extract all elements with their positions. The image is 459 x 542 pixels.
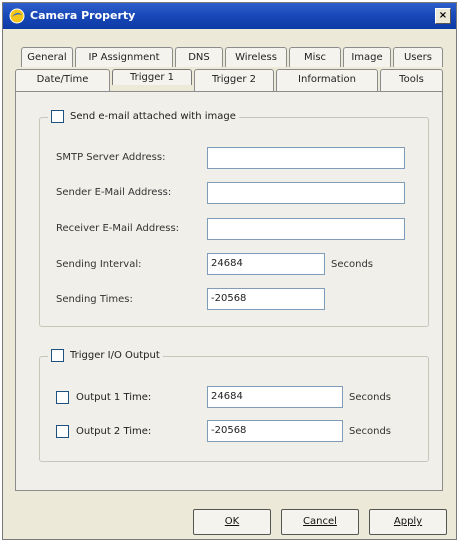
trigger-io-label: Trigger I/O Output (70, 350, 160, 361)
sender-email-input[interactable] (207, 182, 405, 204)
io-output-legend: Trigger I/O Output (48, 349, 163, 362)
tab-misc[interactable]: Misc (289, 47, 341, 67)
close-button[interactable]: × (435, 8, 451, 24)
sending-times-label: Sending Times: (56, 294, 133, 305)
output-1-row: Output 1 Time: (56, 391, 151, 404)
receiver-email-input[interactable] (207, 218, 405, 240)
trigger-1-panel: Send e-mail attached with image SMTP Ser… (15, 91, 443, 491)
output-2-label: Output 2 Time: (76, 426, 152, 437)
tab-information[interactable]: Information (276, 69, 378, 92)
output-1-label: Output 1 Time: (76, 392, 152, 403)
apply-button[interactable]: Apply (369, 509, 447, 535)
receiver-email-label: Receiver E-Mail Address: (56, 223, 180, 234)
cancel-button[interactable]: Cancel (281, 509, 359, 535)
tab-users[interactable]: Users (393, 47, 443, 67)
window-title: Camera Property (30, 9, 136, 22)
tab-date-time[interactable]: Date/Time (15, 69, 110, 92)
tab-tools[interactable]: Tools (380, 69, 443, 92)
sending-interval-label: Sending Interval: (56, 259, 142, 270)
output-1-checkbox[interactable] (56, 391, 69, 404)
camera-app-icon (9, 8, 25, 24)
output-2-unit: Seconds (349, 426, 392, 437)
output-1-time-input[interactable]: 24684 (207, 386, 343, 408)
output-2-time-input[interactable]: -20568 (207, 420, 343, 442)
tab-general[interactable]: General (21, 47, 73, 67)
title-bar[interactable]: Camera Property × (3, 3, 456, 29)
smtp-server-input[interactable] (207, 147, 405, 169)
camera-property-dialog: Camera Property × General IP Assignment … (2, 2, 457, 540)
sending-times-input[interactable]: -20568 (207, 288, 325, 310)
sending-interval-unit: Seconds (331, 259, 374, 270)
output-2-checkbox[interactable] (56, 425, 69, 438)
tab-trigger-2[interactable]: Trigger 2 (194, 69, 274, 92)
send-email-checkbox[interactable] (51, 110, 64, 123)
email-legend: Send e-mail attached with image (48, 110, 239, 123)
io-output-groupbox: Trigger I/O Output (39, 349, 429, 462)
send-email-label: Send e-mail attached with image (70, 111, 236, 122)
tab-dns[interactable]: DNS (175, 47, 223, 67)
tab-trigger-1[interactable]: Trigger 1 (112, 69, 192, 85)
tab-image[interactable]: Image (343, 47, 391, 67)
sender-email-label: Sender E-Mail Address: (56, 187, 172, 198)
smtp-server-label: SMTP Server Address: (56, 152, 166, 163)
tab-wireless[interactable]: Wireless (225, 47, 287, 67)
tab-ip-assignment[interactable]: IP Assignment (75, 47, 173, 67)
output-2-row: Output 2 Time: (56, 425, 151, 438)
ok-button[interactable]: OK (193, 509, 271, 535)
trigger-io-checkbox[interactable] (51, 349, 64, 362)
output-1-unit: Seconds (349, 392, 392, 403)
sending-interval-input[interactable]: 24684 (207, 253, 325, 275)
